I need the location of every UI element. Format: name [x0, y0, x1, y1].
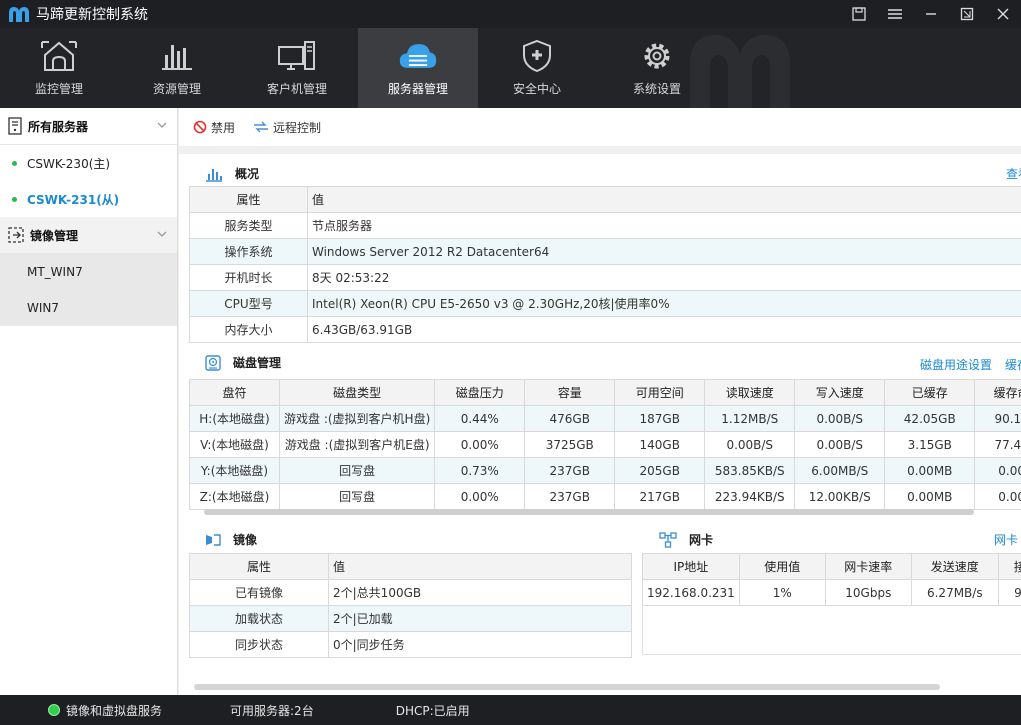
app-logo-icon [9, 7, 29, 22]
cloud-icon [398, 38, 438, 74]
nav-item-resources[interactable]: 资源管理 [118, 28, 236, 108]
disk-table: 盘符 磁盘类型 磁盘压力 容量 可用空间 读取速度 写入速度 已缓存 缓存命 H… [189, 379, 1021, 510]
nic-title: 网卡 [659, 531, 713, 548]
table-row: 操作系统 Windows Server 2012 R2 Datacenter64 [189, 238, 1021, 265]
minimize-icon[interactable] [913, 0, 949, 28]
disk-title: 磁盘管理 [205, 354, 281, 371]
server-icon [8, 117, 22, 135]
table-row: 已有镜像 2个|总共100GB [189, 579, 632, 606]
network-icon [659, 531, 677, 548]
bar-chart-icon [157, 38, 197, 74]
save-icon[interactable] [841, 0, 877, 28]
chevron-down-icon[interactable] [157, 120, 167, 130]
nav-item-servers[interactable]: 服务器管理 [358, 28, 478, 108]
sidebar-group-servers[interactable]: 所有服务器 [0, 108, 177, 145]
disk-usage-setting-link[interactable]: 磁盘用途设置 [920, 356, 992, 373]
table-row[interactable]: Y:(本地磁盘) 回写盘 0.73% 237GB 205GB 583.85KB/… [189, 457, 1021, 484]
table-row: 同步状态 0个|同步任务 [189, 631, 632, 658]
overview-view-link[interactable]: 查看 [1006, 165, 1021, 182]
nav-item-settings[interactable]: 系统设置 [598, 28, 716, 108]
table-row: CPU型号 Intel(R) Xeon(R) CPU E5-2650 v3 @ 2… [189, 290, 1021, 317]
status-servers: 可用服务器:2台 [230, 703, 314, 718]
remote-link-icon [254, 121, 269, 133]
sidebar: 所有服务器 CSWK-230(主) CSWK-231(从) 镜像管理 MT_WI… [0, 108, 178, 695]
monitor-icon [277, 38, 317, 74]
table-row[interactable]: H:(本地磁盘) 游戏盘 :(虚拟到客户机H盘) 0.44% 476GB 187… [189, 405, 1021, 432]
toolbar: 禁用 远程控制 [179, 108, 1021, 146]
table-row[interactable]: 192.168.0.231 1% 10Gbps 6.27MB/s 9. [642, 579, 1021, 606]
table-row: 内存大小 6.43GB/63.91GB [189, 316, 1021, 343]
table-row: 加载状态 2个|已加载 [189, 605, 632, 632]
disable-button[interactable]: 禁用 [193, 119, 235, 136]
nic-link[interactable]: 网卡 [994, 531, 1018, 548]
image-title: 镜像 [205, 531, 257, 548]
title-bar: 马蹄更新控制系统 [0, 0, 1021, 28]
main-panel: 禁用 远程控制 概况 查看 属性 值 服务类型节点服务器 操作系统Windows… [179, 108, 1021, 695]
overview-title: 概况 [205, 165, 259, 182]
status-service: 镜像和虚拟盘服务 [66, 703, 163, 718]
disk-icon [205, 354, 221, 371]
app-title: 马蹄更新控制系统 [36, 7, 148, 23]
online-dot-icon [12, 196, 17, 202]
sidebar-item-image[interactable]: WIN7 [0, 290, 177, 326]
table-row[interactable]: V:(本地磁盘) 游戏盘 :(虚拟到客户机E盘) 0.00% 3725GB 14… [189, 431, 1021, 458]
service-status-icon [48, 704, 60, 716]
nic-table-empty-area [642, 605, 1021, 655]
nav-item-clients[interactable]: 客户机管理 [238, 28, 356, 108]
image-table: 属性 值 已有镜像 2个|总共100GB 加载状态 2个|已加载 同步状态 0个|同步… [189, 553, 632, 658]
image-icon [206, 533, 221, 546]
close-icon[interactable] [985, 0, 1021, 28]
online-dot-icon [12, 160, 17, 166]
image-manage-icon [8, 227, 24, 243]
table-row: 开机时长 8天 02:53:22 [189, 264, 1021, 291]
disk-table-scrollbar[interactable] [204, 509, 974, 515]
status-bar: 镜像和虚拟盘服务 可用服务器:2台 DHCP:已启用 [0, 695, 1021, 725]
shield-icon [517, 38, 557, 74]
home-icon [39, 38, 79, 74]
main-nav: 监控管理 资源管理 客户机管理 服务器管理 安全中心 系统设置 [0, 28, 1021, 108]
status-dhcp: DHCP:已启用 [395, 703, 470, 718]
overview-table: 属性 值 服务类型 节点服务器 操作系统 Windows Server 2012 R… [189, 186, 1021, 343]
forbidden-icon [193, 120, 207, 134]
nav-item-monitor[interactable]: 监控管理 [0, 28, 118, 108]
maximize-icon[interactable] [949, 0, 985, 28]
sidebar-item-server[interactable]: CSWK-231(从) [0, 181, 177, 217]
cache-link[interactable]: 缓存 [1005, 356, 1021, 373]
sidebar-item-server[interactable]: CSWK-230(主) [0, 145, 177, 181]
chevron-down-icon[interactable] [157, 229, 167, 239]
table-row[interactable]: Z:(本地磁盘) 回写盘 0.00% 237GB 217GB 223.94KB/… [189, 483, 1021, 510]
main-scrollbar[interactable] [194, 684, 940, 690]
nic-table: IP地址 使用值 网卡速率 发送速度 接 192.168.0.231 1% 10… [642, 553, 1021, 606]
toolbar-divider [179, 146, 1021, 154]
table-row: 服务类型 节点服务器 [189, 212, 1021, 239]
nav-item-security[interactable]: 安全中心 [478, 28, 596, 108]
menu-icon[interactable] [877, 0, 913, 28]
sidebar-group-images[interactable]: 镜像管理 [0, 217, 177, 254]
sidebar-item-image[interactable]: MT_WIN7 [0, 254, 177, 290]
overview-chart-icon [206, 168, 222, 182]
gear-icon [637, 38, 677, 74]
remote-control-button[interactable]: 远程控制 [253, 119, 321, 136]
